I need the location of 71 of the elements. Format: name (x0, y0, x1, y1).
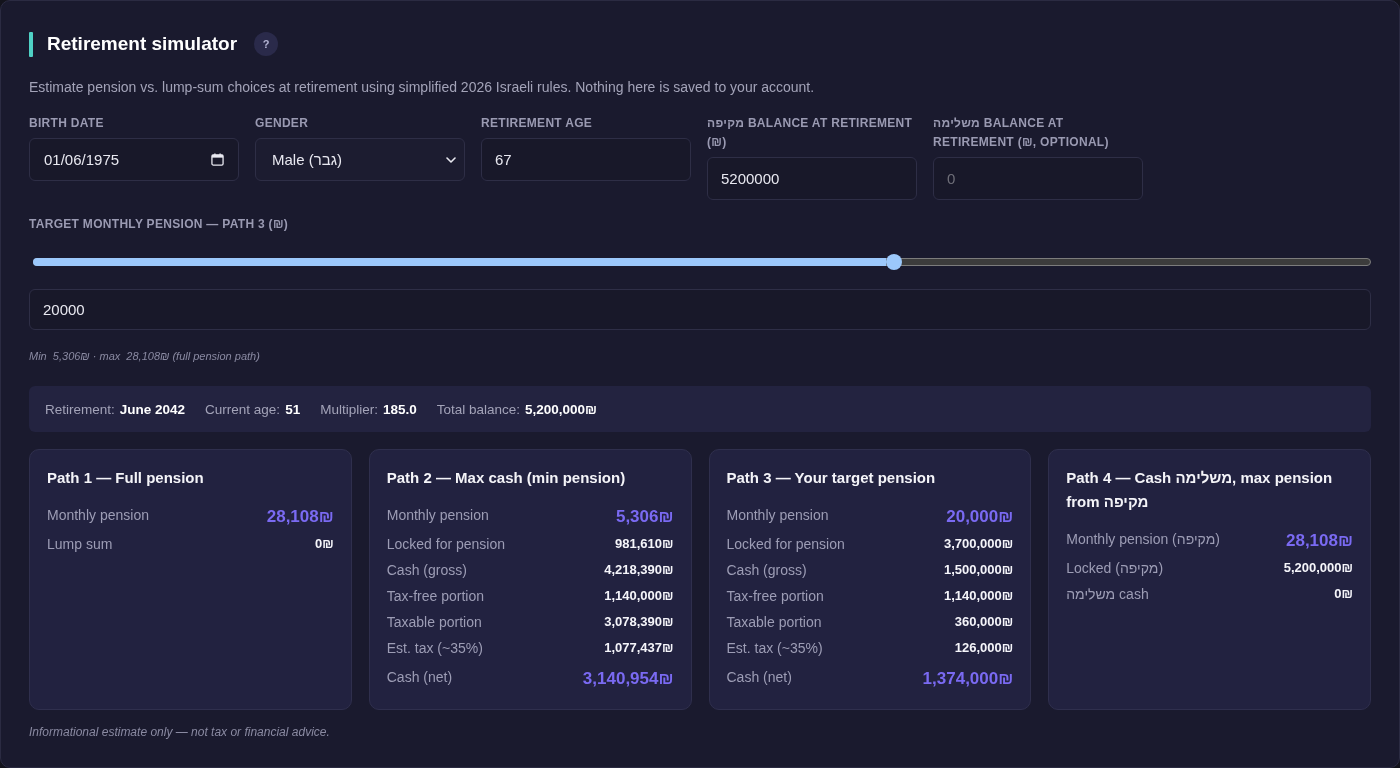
highlight-value: 5,306₪ (615, 506, 674, 528)
row-label: משלימה cash (1066, 585, 1149, 604)
row-value: 0₪ (1334, 585, 1353, 603)
range-hint-text: Min 5,306₪ · max 28,108₪ (full pension path) (29, 349, 261, 363)
chevron-down-icon (446, 156, 456, 163)
summary-label: Current age: (205, 401, 281, 417)
help-button[interactable]: ? (254, 32, 279, 56)
field-label: BIRTH DATE (29, 115, 105, 132)
row-value: 1,140,000₪ (943, 587, 1014, 605)
summary-label: Multiplier: (320, 401, 378, 417)
target-pension-input[interactable]: 20000 (29, 289, 1371, 330)
number-input[interactable]: 67 (481, 138, 691, 181)
summary-value: June 2042 (119, 401, 186, 417)
row-value: 360,000₪ (954, 613, 1014, 631)
summary-label: Total balance: (436, 401, 521, 417)
number-input[interactable]: 5200000 (707, 157, 917, 200)
slider-thumb[interactable] (886, 254, 903, 270)
summary-label: Retirement: (45, 401, 115, 417)
row-label: Cash (net) (726, 668, 792, 687)
card-title: Path 1 — Full pension (47, 468, 205, 488)
card-title: Path 4 — Cash משלימה, max pension from מקיפה (1066, 468, 1334, 512)
row-label: Locked for pension (386, 535, 506, 554)
gender-select[interactable]: Male (גבר) (255, 138, 465, 181)
row-value: 3,700,000₪ (943, 535, 1014, 553)
disclaimer-text: Informational estimate only — not tax or financial advice. (29, 725, 331, 739)
highlight-value: 28,108₪ (1285, 530, 1353, 552)
row-label: Est. tax (~35%) (726, 639, 823, 658)
summary-value: 51 (285, 401, 301, 417)
field-label: RETIREMENT AGE (481, 115, 594, 132)
field-label: משלימה BALANCE AT RETIREMENT (₪, OPTIONAL) (933, 115, 1110, 151)
field-label: מקיפה BALANCE AT RETIREMENT (₪) (707, 115, 914, 151)
row-label: Est. tax (~35%) (386, 639, 483, 658)
row-label: Taxable portion (386, 613, 482, 632)
row-label: Monthly pension (726, 506, 829, 525)
row-value: 1,140,000₪ (604, 587, 674, 605)
row-label: Cash (gross) (386, 561, 467, 580)
summary-value: 5,200,000₪ (525, 401, 598, 417)
row-label: Monthly pension (47, 506, 149, 525)
row-value: 981,610₪ (615, 535, 674, 553)
row-label: Tax-free portion (386, 587, 485, 606)
row-label: Cash (net) (386, 668, 453, 687)
number-input[interactable]: 0 (933, 157, 1143, 200)
title-accent-bar (29, 31, 33, 57)
page-title: Retirement simulator (47, 32, 238, 56)
row-value: 0₪ (315, 535, 334, 553)
row-label: Monthly pension (מקיפה) (1066, 530, 1220, 549)
row-value: 1,077,437₪ (604, 639, 674, 657)
summary-value: 185.0 (382, 401, 417, 417)
row-label: Lump sum (47, 535, 113, 554)
row-label: Locked (מקיפה) (1066, 559, 1164, 578)
card-title: Path 3 — Your target pension (726, 468, 937, 488)
row-label: Taxable portion (726, 613, 822, 632)
highlight-value: 1,374,000₪ (922, 668, 1014, 690)
row-value: 3,078,390₪ (604, 613, 674, 631)
row-label: Locked for pension (726, 535, 845, 554)
date-field[interactable]: 01/06/1975 (29, 138, 239, 181)
row-label: Monthly pension (386, 506, 489, 525)
card-title: Path 2 — Max cash (min pension) (386, 468, 627, 488)
highlight-value: 28,108₪ (266, 506, 334, 528)
row-value: 1,500,000₪ (943, 561, 1014, 579)
row-value: 5,200,000₪ (1283, 559, 1353, 577)
row-value: 126,000₪ (954, 639, 1014, 657)
field-label: GENDER (255, 115, 310, 132)
row-label: Tax-free portion (726, 587, 824, 606)
row-label: Cash (gross) (726, 561, 807, 580)
highlight-value: 20,000₪ (946, 506, 1014, 528)
calendar-icon (211, 153, 224, 166)
slider-label: TARGET MONTHLY PENSION — PATH 3 (₪) (29, 216, 290, 233)
row-value: 4,218,390₪ (604, 561, 674, 579)
highlight-value: 3,140,954₪ (582, 668, 674, 690)
description-text: Estimate pension vs. lump-sum choices at retirement using simplified 2026 Israeli rules. Nothing here is saved to your account. (29, 79, 816, 95)
